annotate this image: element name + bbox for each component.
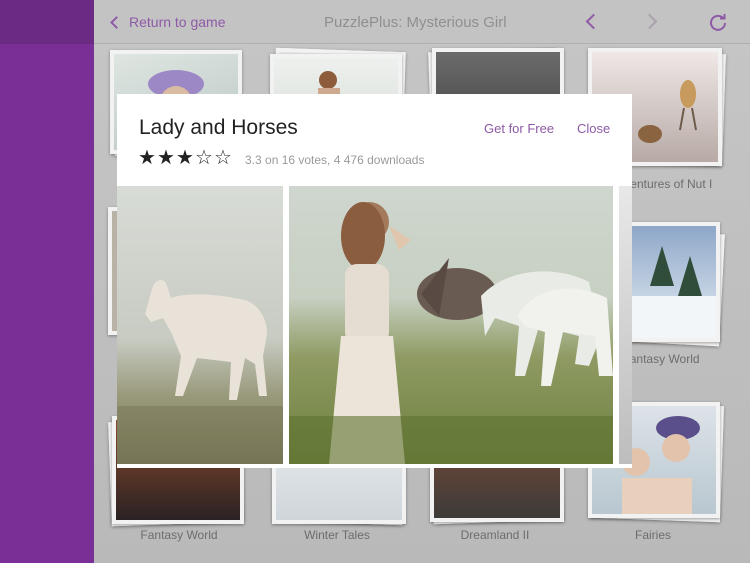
rating-stars: ★ ★ ★ ☆ ☆ [138, 148, 233, 168]
caption-winter-tales: Winter Tales [304, 528, 370, 542]
star-filled-icon: ★ [157, 147, 175, 169]
caption-dreamland: Dreamland II [460, 528, 530, 542]
preview-photo-main[interactable] [289, 186, 613, 464]
refresh-icon[interactable] [708, 12, 728, 32]
star-empty-icon: ☆ [195, 147, 213, 169]
return-to-game-button[interactable]: Return to game [108, 12, 226, 32]
preview-photo[interactable] [117, 186, 283, 464]
rating-summary: 3.3 on 16 votes, 4 476 downloads [245, 153, 425, 167]
close-button[interactable]: Close [577, 121, 610, 136]
sidebar-header [0, 0, 94, 44]
star-filled-icon: ★ [176, 147, 194, 169]
app-title: PuzzlePlus: Mysterious Girl [324, 14, 507, 31]
return-to-game-label: Return to game [129, 14, 226, 30]
top-bar: Return to game PuzzlePlus: Mysterious Gi… [94, 0, 750, 44]
sidebar [0, 0, 94, 563]
next-arrow-icon[interactable] [644, 13, 662, 31]
puzzle-detail-modal: Lady and Horses Get for Free Close ★ ★ ★… [117, 94, 632, 468]
preview-photo-strip[interactable] [117, 186, 632, 468]
get-for-free-button[interactable]: Get for Free [484, 121, 554, 136]
chevron-left-icon [110, 15, 123, 29]
star-filled-icon: ★ [138, 147, 156, 169]
star-empty-icon: ☆ [214, 147, 232, 169]
modal-title: Lady and Horses [139, 116, 298, 139]
puzzle-thumbnail[interactable] [628, 222, 720, 342]
caption-fairies: Fairies [634, 528, 671, 542]
caption-fantasy-world: Fantasy World [140, 528, 218, 542]
preview-photo[interactable] [619, 186, 632, 464]
previous-arrow-icon[interactable] [582, 13, 600, 31]
